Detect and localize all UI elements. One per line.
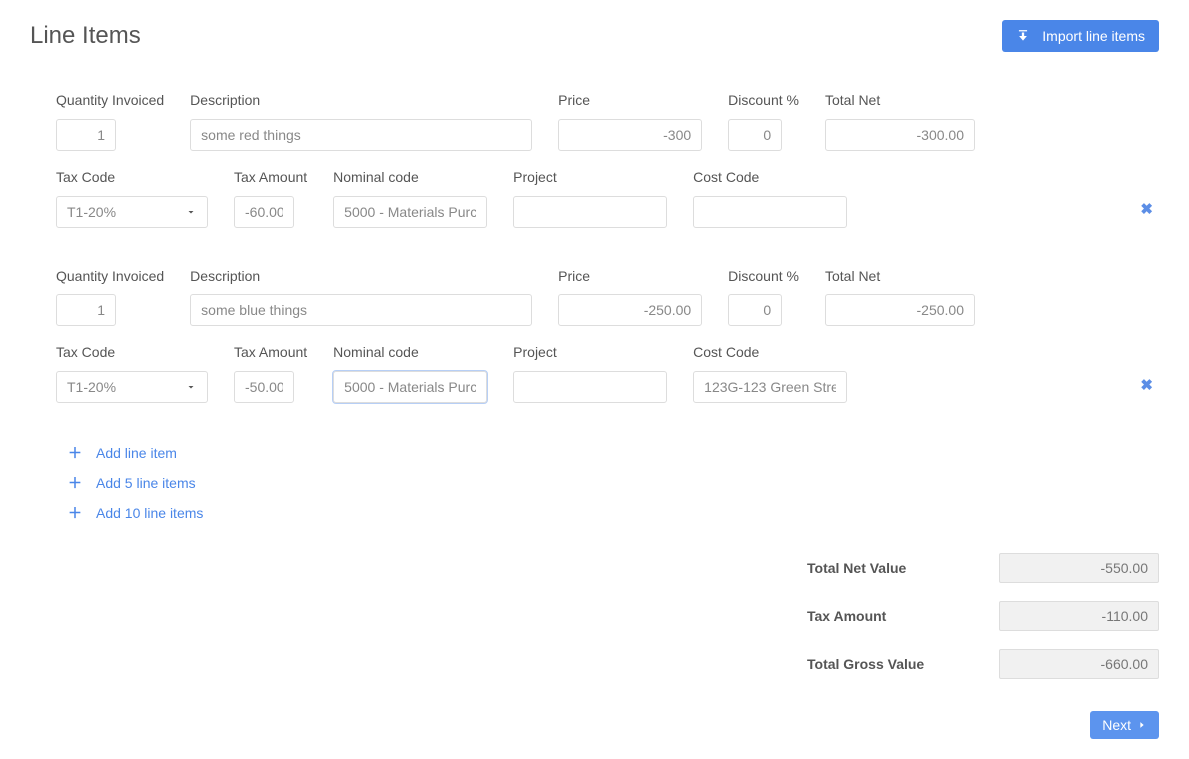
label-tax-amount: Tax Amount: [234, 169, 307, 186]
label-cost-code: Cost Code: [693, 169, 847, 186]
import-line-items-button[interactable]: Import line items: [1002, 20, 1159, 52]
chevron-down-icon: [185, 381, 197, 393]
label-total-net: Total Net: [825, 92, 975, 109]
next-button-label: Next: [1102, 717, 1131, 733]
plus-icon: ＋: [68, 503, 82, 523]
description-input[interactable]: [190, 119, 532, 151]
tax-amount-input[interactable]: [234, 196, 294, 228]
nominal-code-input[interactable]: [333, 371, 487, 403]
total-net-output: [825, 294, 975, 326]
total-tax-value: -110.00: [999, 601, 1159, 631]
label-discount: Discount %: [728, 92, 799, 109]
add-five-label: Add 5 line items: [96, 475, 196, 491]
add-ten-label: Add 10 line items: [96, 505, 203, 521]
cost-code-input[interactable]: [693, 196, 847, 228]
page-title: Line Items: [30, 22, 141, 50]
label-tax-code: Tax Code: [56, 344, 208, 361]
label-qty: Quantity Invoiced: [56, 268, 164, 285]
description-input[interactable]: [190, 294, 532, 326]
label-project: Project: [513, 344, 667, 361]
label-price: Price: [558, 92, 702, 109]
total-net-label: Total Net Value: [807, 560, 906, 576]
total-gross-label: Total Gross Value: [807, 656, 924, 672]
chevron-right-icon: [1137, 720, 1147, 730]
plus-icon: ＋: [68, 473, 82, 493]
label-total-net: Total Net: [825, 268, 975, 285]
price-input[interactable]: [558, 294, 702, 326]
total-net-value: -550.00: [999, 553, 1159, 583]
line-item: Quantity Invoiced Description Price Disc…: [56, 268, 1159, 404]
label-project: Project: [513, 169, 667, 186]
plus-icon: ＋: [68, 443, 82, 463]
total-gross-value: -660.00: [999, 649, 1159, 679]
tax-amount-input[interactable]: [234, 371, 294, 403]
tax-code-value: T1-20%: [67, 379, 116, 395]
quantity-input[interactable]: [56, 119, 116, 151]
delete-line-icon[interactable]: ✖: [1140, 376, 1153, 394]
line-item: Quantity Invoiced Description Price Disc…: [56, 92, 1159, 228]
total-net-output: [825, 119, 975, 151]
label-nominal: Nominal code: [333, 169, 487, 186]
label-desc: Description: [190, 92, 532, 109]
label-nominal: Nominal code: [333, 344, 487, 361]
label-qty: Quantity Invoiced: [56, 92, 164, 109]
label-tax-amount: Tax Amount: [234, 344, 307, 361]
label-price: Price: [558, 268, 702, 285]
label-desc: Description: [190, 268, 532, 285]
add-line-item-link[interactable]: ＋ Add line item: [68, 443, 1159, 463]
project-input[interactable]: [513, 196, 667, 228]
label-tax-code: Tax Code: [56, 169, 208, 186]
import-button-label: Import line items: [1042, 28, 1145, 44]
discount-input[interactable]: [728, 119, 782, 151]
total-tax-label: Tax Amount: [807, 608, 886, 624]
add-5-line-items-link[interactable]: ＋ Add 5 line items: [68, 473, 1159, 493]
totals-panel: Total Net Value -550.00 Tax Amount -110.…: [807, 553, 1159, 697]
tax-code-select[interactable]: T1-20%: [56, 371, 208, 403]
tax-code-select[interactable]: T1-20%: [56, 196, 208, 228]
quantity-input[interactable]: [56, 294, 116, 326]
add-one-label: Add line item: [96, 445, 177, 461]
label-cost-code: Cost Code: [693, 344, 847, 361]
project-input[interactable]: [513, 371, 667, 403]
chevron-down-icon: [185, 206, 197, 218]
price-input[interactable]: [558, 119, 702, 151]
next-button[interactable]: Next: [1090, 711, 1159, 739]
cost-code-input[interactable]: [693, 371, 847, 403]
label-discount: Discount %: [728, 268, 799, 285]
delete-line-icon[interactable]: ✖: [1140, 200, 1153, 218]
tax-code-value: T1-20%: [67, 204, 116, 220]
add-10-line-items-link[interactable]: ＋ Add 10 line items: [68, 503, 1159, 523]
discount-input[interactable]: [728, 294, 782, 326]
nominal-code-input[interactable]: [333, 196, 487, 228]
download-icon: [1016, 29, 1030, 43]
